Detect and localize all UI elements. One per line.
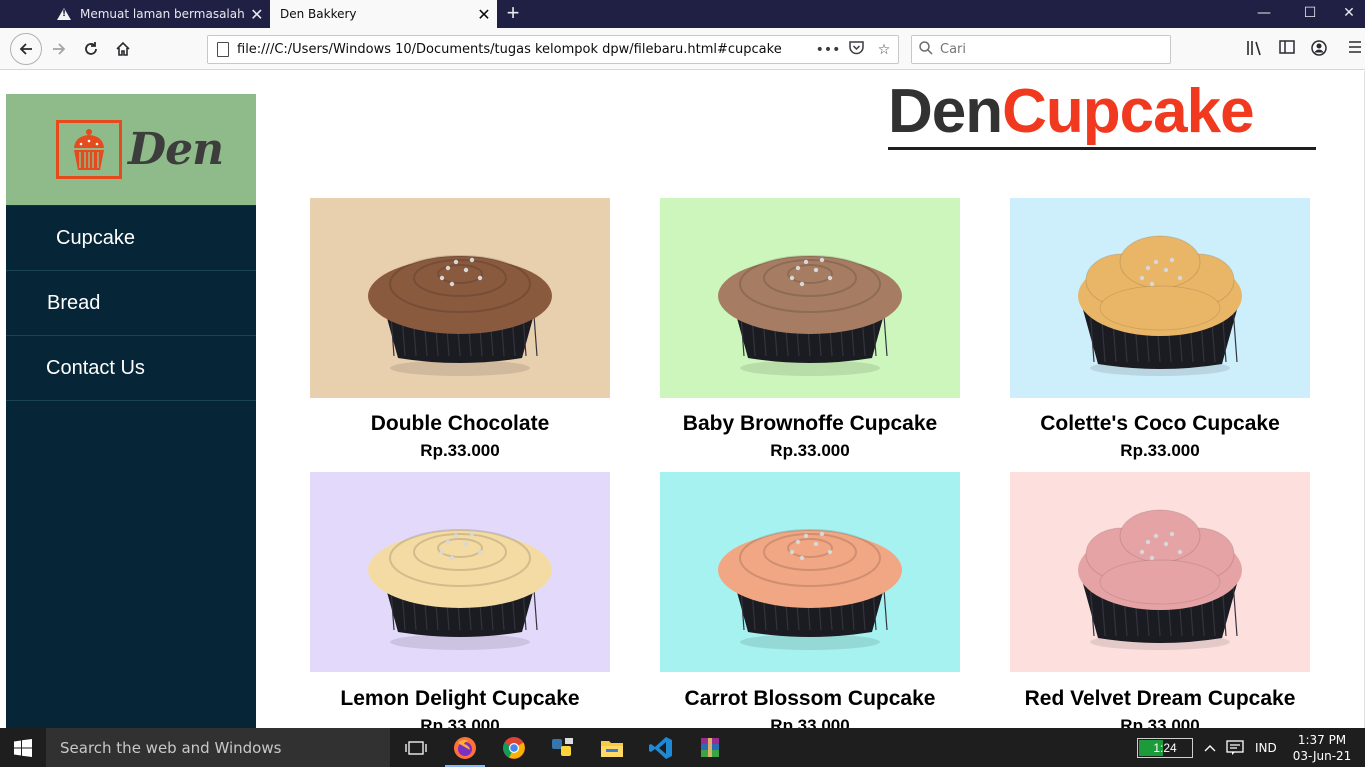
cupcake-illustration bbox=[1078, 509, 1242, 650]
product-price: Rp.33.000 bbox=[1120, 441, 1200, 460]
search-icon bbox=[912, 41, 940, 58]
python-icon[interactable] bbox=[539, 728, 587, 767]
battery-indicator[interactable]: 1:24 bbox=[1137, 738, 1193, 758]
battery-time: 1:24 bbox=[1153, 741, 1177, 755]
home-icon bbox=[116, 41, 130, 56]
browser-tab-bar: Memuat laman bermasalah ✕ Den Bakkery ✕ … bbox=[0, 0, 1365, 28]
home-button[interactable] bbox=[108, 34, 138, 64]
windows-logo-icon bbox=[14, 738, 32, 757]
product-name: Red Velvet Dream Cupcake bbox=[1024, 687, 1296, 710]
logo[interactable]: Den bbox=[6, 94, 256, 206]
product-name: Colette's Coco Cupcake bbox=[1040, 412, 1280, 435]
arrow-right-icon bbox=[53, 43, 66, 55]
product-price: Rp.33.000 bbox=[770, 716, 850, 728]
sidebar: Den Cupcake Bread Contact Us bbox=[6, 94, 256, 728]
language-indicator[interactable]: IND bbox=[1255, 728, 1277, 767]
taskbar-search[interactable]: Search the web and Windows bbox=[46, 728, 390, 767]
product-image[interactable] bbox=[310, 198, 610, 398]
sidebar-toggle-icon[interactable] bbox=[1276, 40, 1298, 60]
product-price: Rp.33.000 bbox=[420, 441, 500, 460]
minimize-button[interactable]: — bbox=[1241, 0, 1287, 28]
product-image[interactable] bbox=[310, 472, 610, 672]
close-window-button[interactable]: ✕ bbox=[1333, 0, 1365, 28]
account-icon[interactable] bbox=[1308, 40, 1330, 60]
page-icon bbox=[217, 42, 229, 57]
product-image[interactable] bbox=[660, 198, 960, 398]
brand-part-2: Cupcake bbox=[1002, 77, 1254, 146]
cupcake-illustration bbox=[368, 529, 552, 650]
product-name: Carrot Blossom Cupcake bbox=[684, 687, 936, 710]
menu-item-cupcake[interactable]: Cupcake bbox=[6, 206, 256, 271]
menu-item-bread[interactable]: Bread bbox=[6, 271, 256, 336]
logo-text: Den bbox=[128, 124, 224, 175]
product-image[interactable] bbox=[660, 472, 960, 672]
cupcake-illustration bbox=[718, 529, 902, 650]
cupcake-illustration bbox=[1078, 235, 1242, 376]
cupcake-illustration bbox=[368, 255, 552, 376]
menu-item-label: Contact Us bbox=[46, 356, 145, 379]
search-input[interactable] bbox=[940, 42, 1170, 57]
product-price: Rp.33.000 bbox=[770, 441, 850, 460]
brand-heading: DenCupcake bbox=[888, 77, 1316, 150]
menu-item-label: Cupcake bbox=[56, 226, 135, 249]
page-actions-icon[interactable]: ••• bbox=[814, 42, 842, 58]
close-tab-icon[interactable]: ✕ bbox=[471, 5, 497, 24]
search-bar[interactable] bbox=[911, 35, 1171, 64]
menu-item-contact-us[interactable]: Contact Us bbox=[6, 336, 256, 401]
clock-time: 1:37 PM bbox=[1297, 733, 1347, 747]
firefox-icon[interactable] bbox=[441, 728, 489, 767]
browser-toolbar: file:///C:/Users/Windows 10/Documents/tu… bbox=[0, 28, 1365, 70]
bookmark-star-icon[interactable]: ☆ bbox=[870, 42, 898, 58]
chrome-icon[interactable] bbox=[490, 728, 538, 767]
maximize-button[interactable]: ☐ bbox=[1287, 0, 1333, 28]
url-bar[interactable]: file:///C:/Users/Windows 10/Documents/tu… bbox=[207, 35, 899, 64]
show-hidden-icons-icon[interactable] bbox=[1204, 728, 1216, 767]
product-name: Baby Brownoffe Cupcake bbox=[682, 412, 938, 435]
product-name: Double Chocolate bbox=[370, 412, 550, 435]
tab-den-bakkery[interactable]: Den Bakkery ✕ bbox=[270, 0, 497, 28]
cupcake-logo-icon bbox=[56, 120, 122, 179]
new-tab-button[interactable]: + bbox=[500, 0, 526, 28]
winrar-icon[interactable] bbox=[686, 728, 734, 767]
library-icon[interactable] bbox=[1244, 40, 1266, 60]
cupcake-illustration bbox=[718, 255, 902, 376]
menu-icon[interactable] bbox=[1346, 40, 1364, 60]
reload-icon bbox=[85, 42, 97, 55]
reload-button[interactable] bbox=[76, 34, 106, 64]
tab-title: Den Bakkery bbox=[280, 7, 357, 21]
warning-icon bbox=[57, 8, 71, 20]
clock-date: 03-Jun-21 bbox=[1292, 749, 1352, 763]
pocket-icon[interactable] bbox=[842, 40, 870, 59]
notification-icon[interactable] bbox=[1226, 728, 1244, 767]
vscode-icon[interactable] bbox=[637, 728, 685, 767]
task-view-icon[interactable] bbox=[392, 728, 440, 767]
product-price: Rp.33.000 bbox=[420, 716, 500, 728]
tab-loading-error[interactable]: Memuat laman bermasalah ✕ bbox=[45, 0, 269, 28]
product-image[interactable] bbox=[1010, 198, 1310, 398]
arrow-left-icon bbox=[19, 43, 32, 55]
file-explorer-icon[interactable] bbox=[588, 728, 636, 767]
close-tab-icon[interactable]: ✕ bbox=[245, 5, 269, 24]
menu-item-label: Bread bbox=[47, 291, 101, 314]
start-button[interactable] bbox=[0, 728, 46, 767]
product-price: Rp.33.000 bbox=[1120, 716, 1200, 728]
tab-title: Memuat laman bermasalah bbox=[80, 7, 245, 21]
clock[interactable]: 1:37 PM 03-Jun-21 bbox=[1290, 732, 1354, 764]
product-image[interactable] bbox=[1010, 472, 1310, 672]
page-viewport: Den Cupcake Bread Contact Us DenCupcake … bbox=[0, 71, 1365, 728]
windows-taskbar: Search the web and Windows 1:24 IND 1:37… bbox=[0, 728, 1365, 767]
taskbar-search-placeholder: Search the web and Windows bbox=[60, 738, 282, 757]
forward-button[interactable] bbox=[44, 34, 74, 64]
url-text[interactable]: file:///C:/Users/Windows 10/Documents/tu… bbox=[237, 42, 814, 57]
brand-part-1: Den bbox=[888, 77, 1003, 146]
product-name: Lemon Delight Cupcake bbox=[340, 687, 580, 710]
back-button[interactable] bbox=[10, 33, 42, 65]
